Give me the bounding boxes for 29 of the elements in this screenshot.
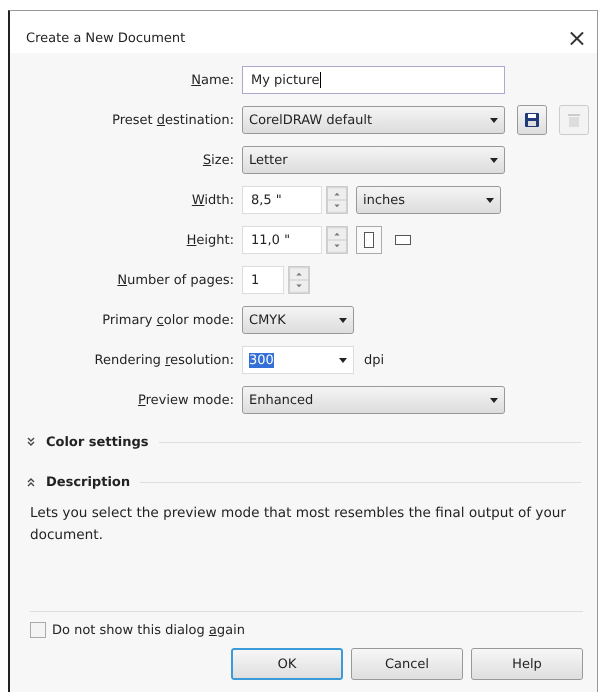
dialog-button[interactable]: OK [231,648,343,680]
field-label: Name: [190,72,234,88]
dialog-button[interactable]: Cancel [351,648,463,680]
unit-label: dpi [364,352,384,368]
field-label: Rendering resolution: [94,352,234,368]
number-field[interactable]: 8,5 " [242,186,322,214]
number-field[interactable]: 1 [242,266,284,294]
dropdown[interactable]: CMYK [242,306,354,334]
field-label: Width: [190,192,234,208]
resolution-combo-field[interactable]: 300 [242,346,354,374]
field-label: Preview mode: [137,392,234,408]
close-button[interactable]: × [564,26,589,50]
dropdown[interactable]: Letter [242,146,505,174]
field-label: Preset destination: [111,112,234,128]
field-label: Size: [202,152,234,168]
dialog-button[interactable]: Help [471,648,583,680]
field-label: Number of pages: [116,272,234,288]
dropdown[interactable]: CorelDRAW default [242,106,505,134]
checkbox-label: Do not show this dialog again [52,622,245,638]
description-text: Lets you select the preview mode that most resembles the final output of your document. [29,504,567,545]
number-field[interactable]: 11,0 " [242,226,322,254]
window-title: Create a New Document [26,30,186,46]
section-header[interactable]: Description [46,474,130,490]
section-header[interactable]: Color settings [46,434,149,450]
field-label: Height: [186,232,234,248]
name-field[interactable]: My picture [242,66,505,94]
field-label: Primary color mode: [101,312,234,328]
dropdown[interactable]: inches [356,186,501,214]
dropdown[interactable]: Enhanced [242,386,505,414]
